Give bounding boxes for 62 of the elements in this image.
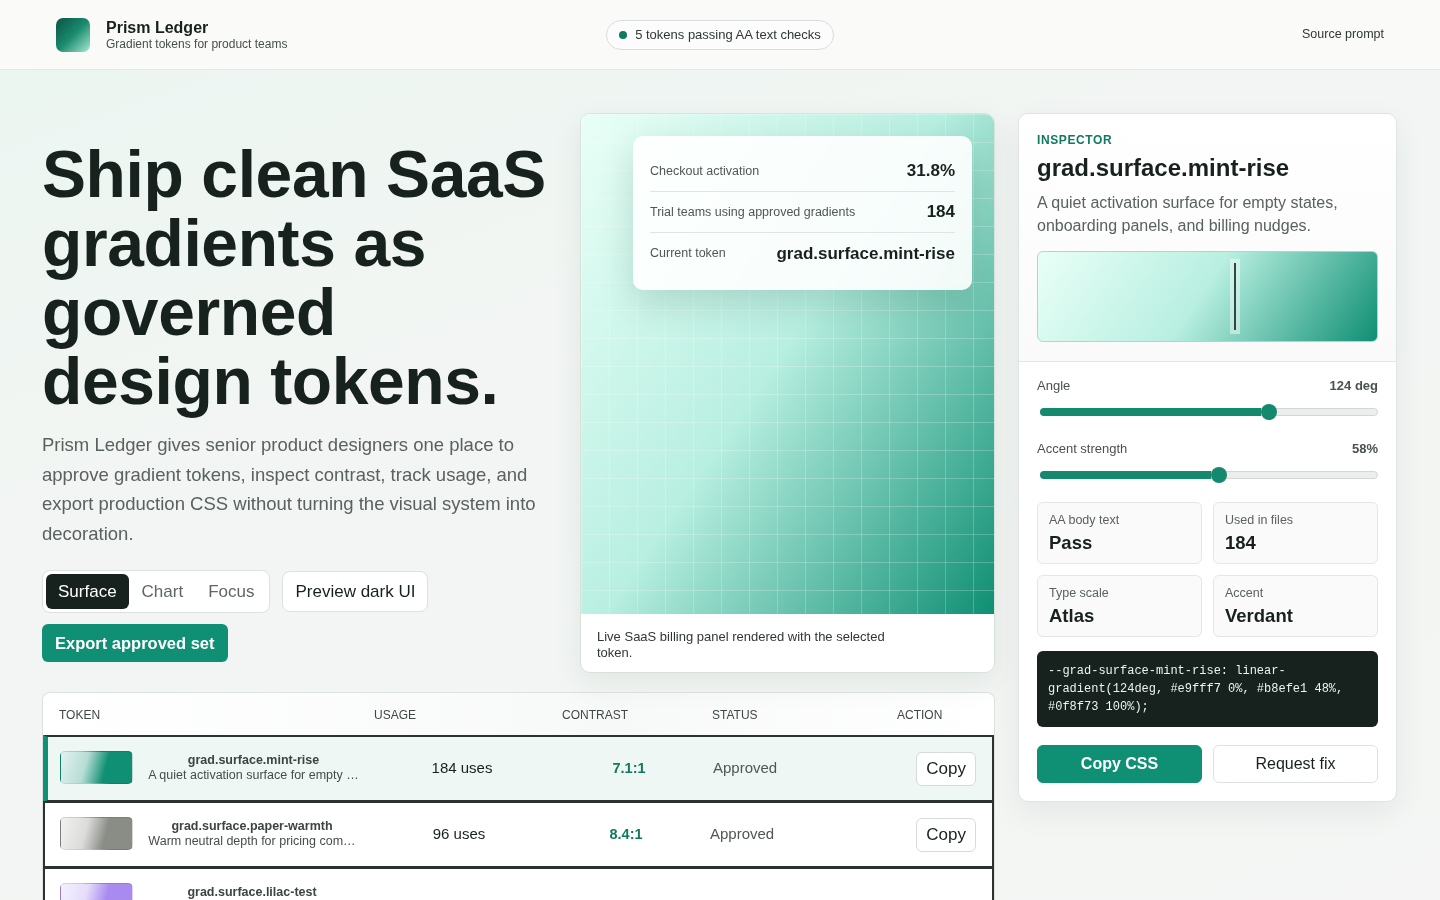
- column-header: CONTRAST: [561, 706, 629, 724]
- table-row[interactable]: grad.surface.lilac-test: [43, 867, 994, 900]
- column-header: USAGE: [373, 706, 417, 724]
- metric-label: Current token: [650, 245, 726, 263]
- table-row[interactable]: grad.surface.paper-warmth Warm neutral depth for pricing com… 96 uses 8.4:1 Approved Copy: [43, 801, 994, 868]
- stat-label: Accent: [1225, 585, 1265, 601]
- stat-value: 184: [1225, 531, 1257, 555]
- view-tab[interactable]: Surface: [46, 574, 129, 609]
- hero-intro: Prism Ledger gives senior product designers one place to approve gradient tokens, inspect contrast, track usage, and export production CSS without turning the visual system into decoration.: [42, 433, 537, 546]
- stat-label: AA body text: [1049, 512, 1121, 528]
- copy-css-button[interactable]: Copy CSS: [1037, 745, 1202, 783]
- column-header: TOKEN: [58, 706, 102, 724]
- metric-value: 184: [926, 201, 955, 224]
- request-fix-button[interactable]: Request fix: [1213, 745, 1378, 783]
- token-description: Warm neutral depth for pricing com…: [147, 833, 357, 850]
- preview-caption: Live SaaS billing panel rendered with the selected token.: [596, 628, 886, 662]
- token-summary: A quiet activation surface for empty states, onboarding panels, and billing nudges.: [1037, 193, 1339, 236]
- token-name: grad.surface.lilac-test: [186, 885, 318, 899]
- css-code-block: --grad-surface-mint-rise: linear-gradient(124deg, #e9fff7 0%, #b8efe1 48%, #0f8f73 100%);: [1037, 651, 1378, 727]
- contrast-ratio: 8.4:1: [609, 825, 643, 842]
- section-label: INSPECTOR: [1037, 132, 1114, 148]
- usage-count: 184 uses: [431, 759, 493, 777]
- slider-label: Angle: [1037, 377, 1071, 395]
- status-text: 5 tokens passing AA text checks: [635, 25, 821, 44]
- stat-value: Verdant: [1225, 604, 1294, 628]
- table-row[interactable]: grad.surface.mint-rise A quiet activation surface for empty … 184 uses 7.1:1 Approved Copy: [43, 735, 994, 802]
- token-name: grad.surface.paper-warmth: [170, 819, 334, 833]
- contrast-ratio: 7.1:1: [612, 759, 646, 776]
- slider-label: Accent strength: [1037, 440, 1128, 458]
- gradient-stop-handle[interactable]: [1229, 259, 1240, 334]
- view-tab[interactable]: Chart: [129, 574, 196, 609]
- brand-name: Prism Ledger: [106, 17, 210, 37]
- slider-reading: 58%: [1351, 440, 1378, 458]
- column-header: ACTION: [896, 706, 944, 724]
- stat-value: Pass: [1049, 531, 1094, 555]
- logo-icon: [56, 17, 90, 52]
- copy-button[interactable]: Copy: [916, 817, 976, 852]
- export-button[interactable]: Export approved set: [42, 624, 228, 662]
- metric-value: grad.surface.mint-rise: [776, 242, 955, 265]
- stat-value: Atlas: [1049, 604, 1096, 628]
- slider-thumb[interactable]: [1261, 404, 1278, 420]
- stat-label: Type scale: [1049, 585, 1110, 601]
- status-text: Approved: [710, 825, 775, 843]
- view-tab[interactable]: Focus: [196, 574, 267, 609]
- status-text: Approved: [713, 759, 778, 777]
- metric-label: Checkout activation: [650, 162, 760, 180]
- brand-tagline: Gradient tokens for product teams: [106, 36, 288, 52]
- slider-thumb[interactable]: [1211, 467, 1228, 483]
- token-name: grad.surface.mint-rise: [186, 753, 321, 767]
- metric-value: 31.8%: [906, 160, 955, 183]
- copy-button[interactable]: Copy: [916, 751, 976, 786]
- token-description: A quiet activation surface for empty …: [147, 767, 360, 784]
- status-dot-icon: [619, 30, 628, 39]
- usage-count: 96 uses: [432, 825, 486, 843]
- hero-headline: Ship clean SaaS gradients as governed design tokens.: [42, 140, 547, 416]
- metric-label: Trial teams using approved gradients: [650, 203, 856, 221]
- source-prompt-link[interactable]: Source prompt: [1302, 25, 1384, 44]
- preview-dark-button[interactable]: Preview dark UI: [282, 571, 429, 612]
- token-title: grad.surface.mint-rise: [1037, 153, 1291, 183]
- stat-label: Used in files: [1225, 512, 1295, 528]
- slider-reading: 124 deg: [1329, 377, 1378, 395]
- column-header: STATUS: [711, 706, 759, 724]
